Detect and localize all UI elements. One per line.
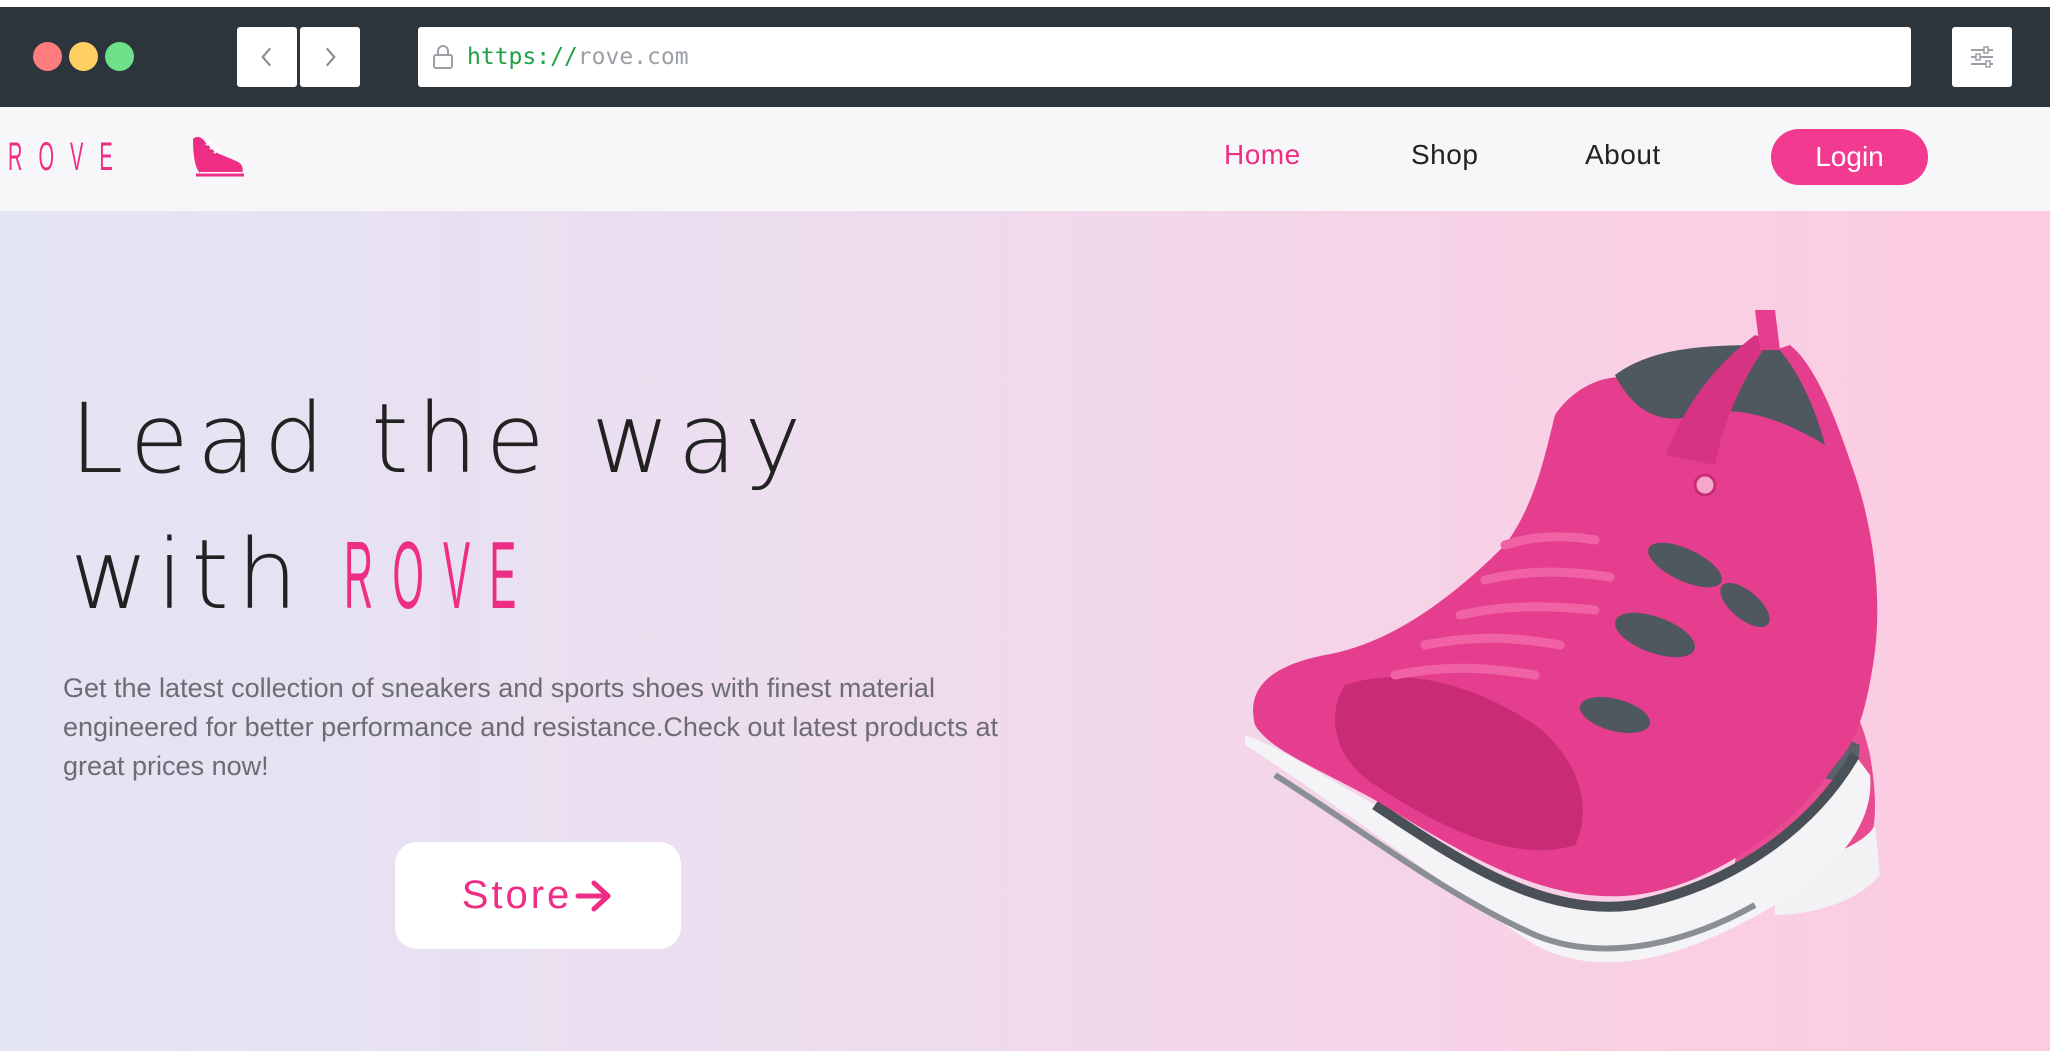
url-text: https://rove.com xyxy=(467,44,689,70)
sliders-icon xyxy=(1971,46,1993,68)
arrow-right-icon xyxy=(575,880,611,911)
maximize-window-dot[interactable] xyxy=(105,42,134,71)
url-scheme: https:// xyxy=(467,44,578,70)
address-bar[interactable]: https://rove.com xyxy=(418,27,1911,87)
back-button[interactable] xyxy=(237,27,297,87)
logo-text: ROVE xyxy=(8,135,129,179)
settings-button[interactable] xyxy=(1952,27,2012,87)
minimize-window-dot[interactable] xyxy=(69,42,98,71)
browser-toolbar: https://rove.com xyxy=(0,0,2050,107)
url-host: rove.com xyxy=(577,44,689,70)
lock-icon xyxy=(433,45,453,69)
window-controls xyxy=(33,42,134,71)
chevron-left-icon xyxy=(261,47,272,67)
hero-description: Get the latest collection of sneakers an… xyxy=(63,673,999,781)
store-button-label: Store xyxy=(461,873,573,917)
nav-about-link[interactable]: About xyxy=(1585,139,1661,171)
pink-sneakers-image xyxy=(1245,310,1880,963)
store-button[interactable]: Store xyxy=(395,842,681,949)
hero-headline: Lead the way with ROVE xyxy=(70,371,809,644)
headline-line-2: with ROVE xyxy=(70,507,809,644)
headline-with: with xyxy=(70,519,306,631)
nav-home-link[interactable]: Home xyxy=(1224,139,1301,171)
sneaker-logo-icon xyxy=(193,136,244,177)
nav-shop-link[interactable]: Shop xyxy=(1411,139,1478,171)
chevron-right-icon xyxy=(325,47,336,67)
login-button[interactable]: Login xyxy=(1771,129,1928,185)
site-logo[interactable]: ROVE xyxy=(8,135,278,180)
hero-section: Lead the way with ROVE Get the latest co… xyxy=(0,211,2050,1051)
close-window-dot[interactable] xyxy=(33,42,62,71)
headline-line-1: Lead the way xyxy=(70,383,810,495)
headline-brand: ROVE xyxy=(344,522,536,629)
forward-button[interactable] xyxy=(300,27,360,87)
site-header: ROVE Home Shop About Login xyxy=(0,107,2050,211)
